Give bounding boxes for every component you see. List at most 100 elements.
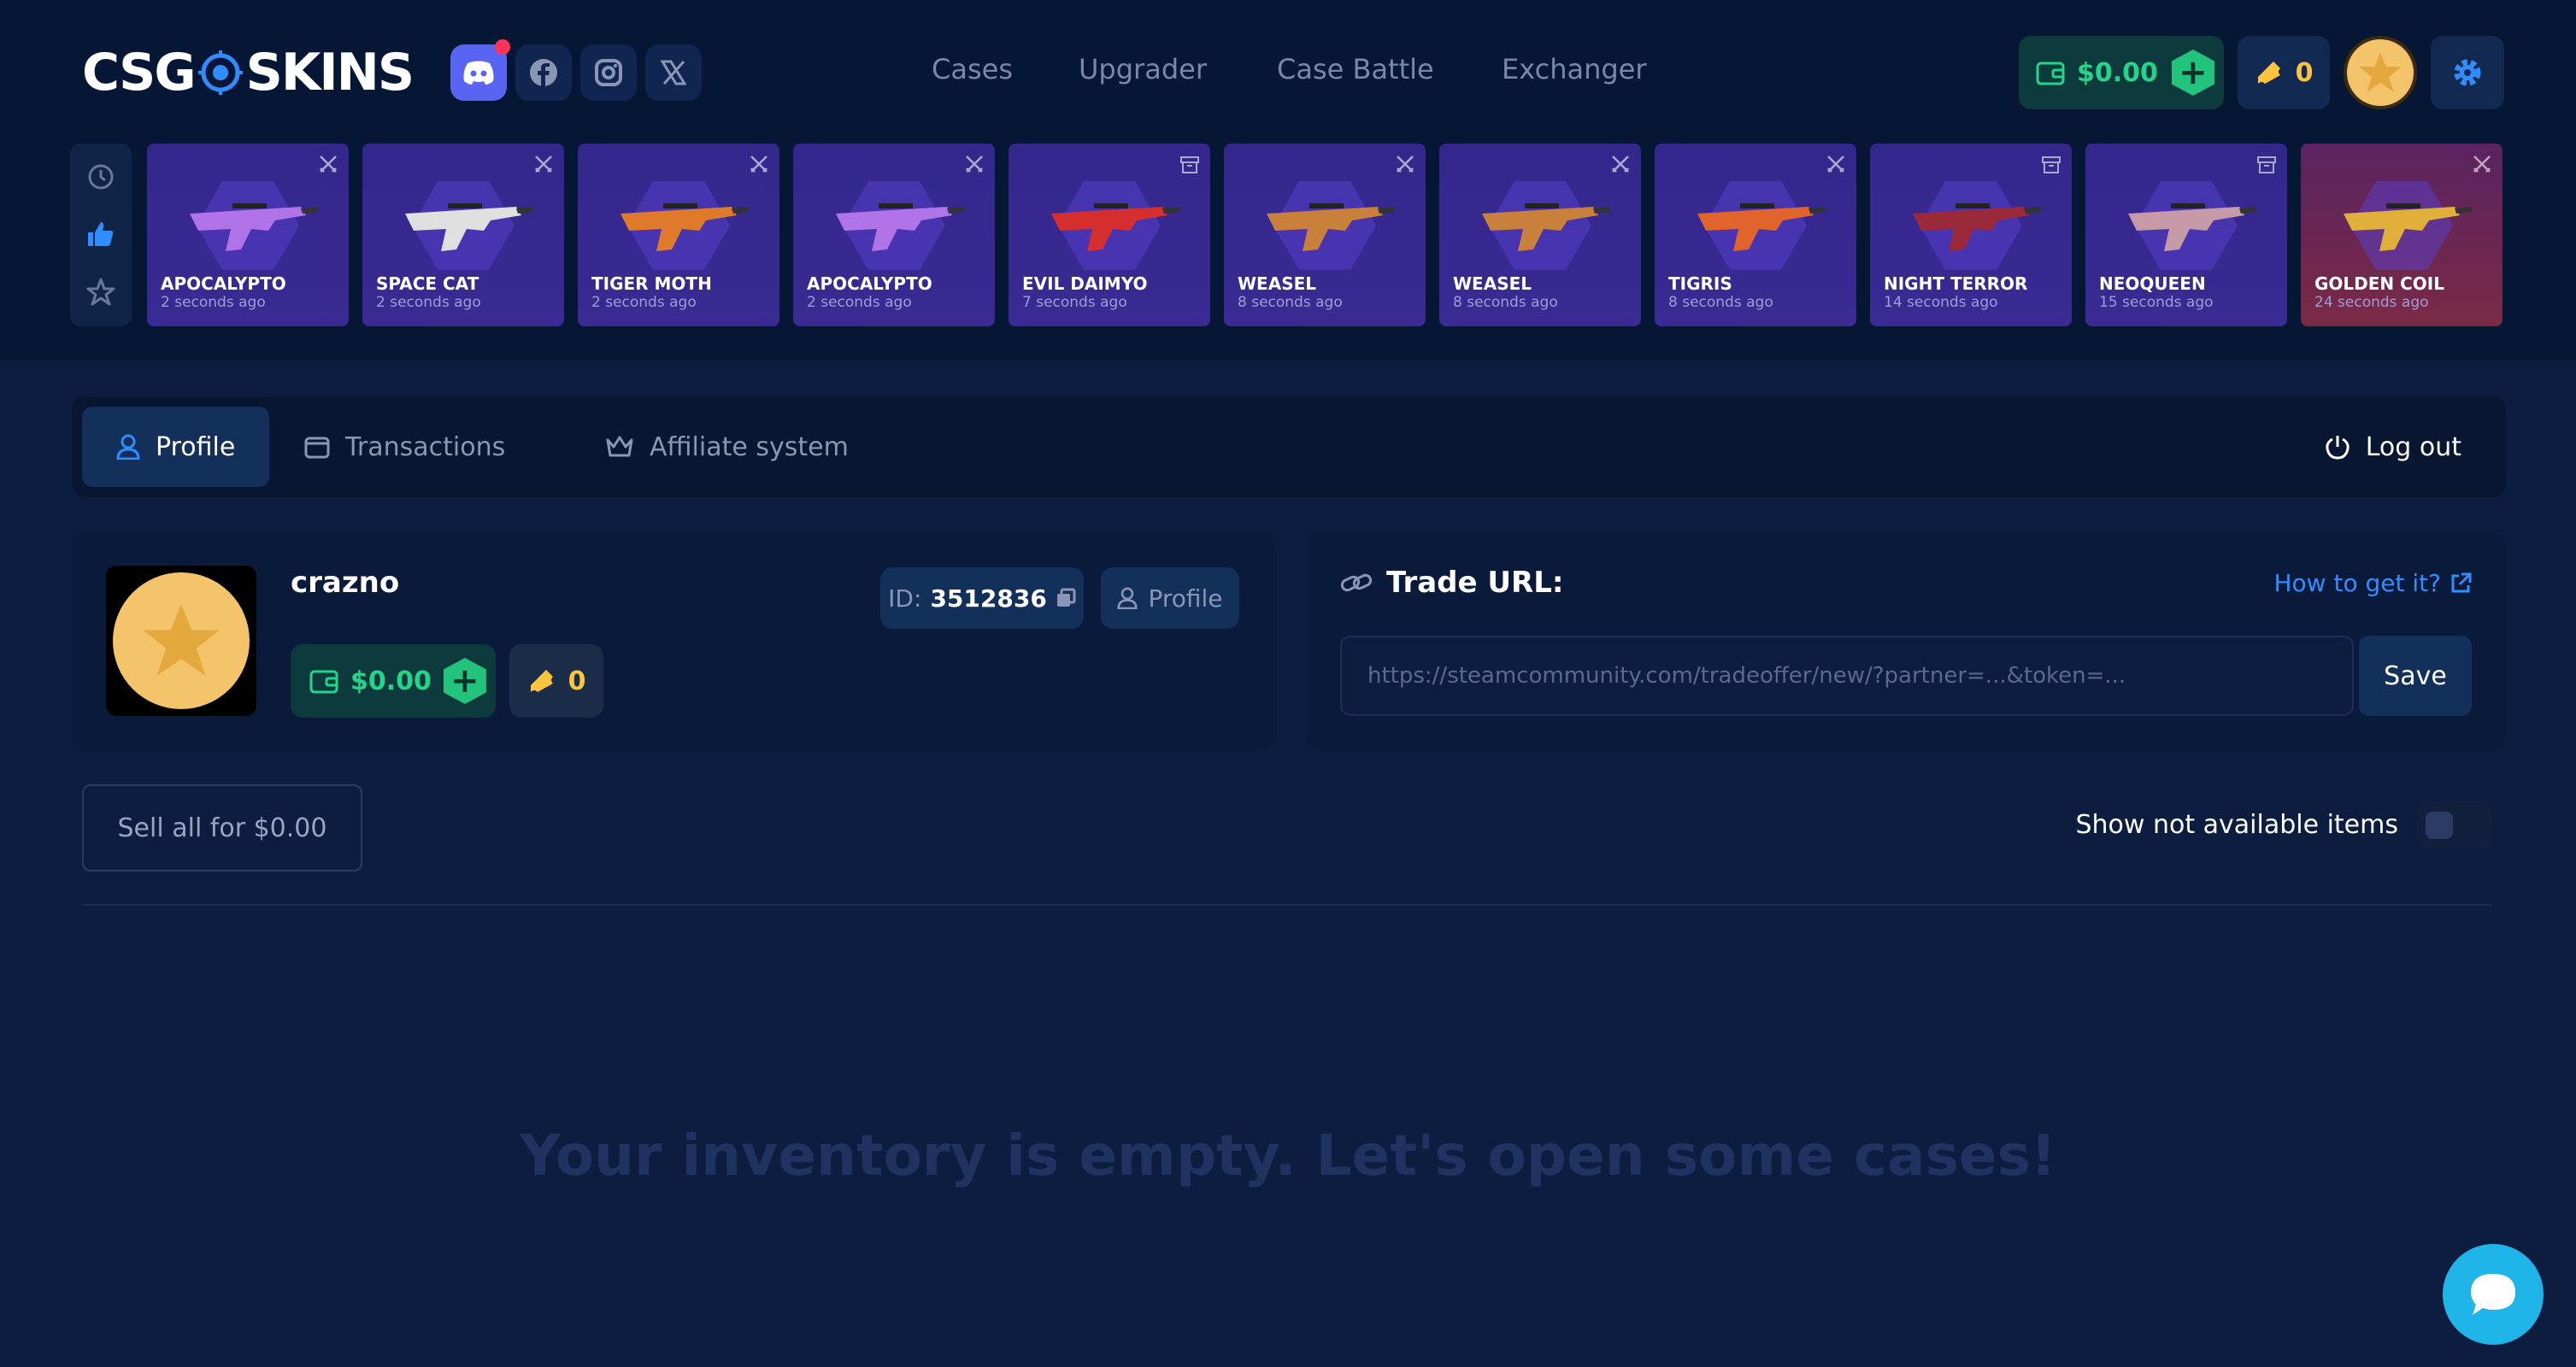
live-drop-card[interactable]: APOCALYPTO 2 seconds ago xyxy=(793,144,995,326)
drop-item-name: NIGHT TERROR xyxy=(1884,273,2028,294)
trade-url-title-text: Trade URL: xyxy=(1386,566,1564,600)
user-icon xyxy=(1117,587,1138,609)
live-drop-card[interactable]: WEASEL 8 seconds ago xyxy=(1224,144,1426,326)
box-icon xyxy=(1180,156,1199,173)
settings-button[interactable] xyxy=(2431,36,2504,109)
weapon-skin-image xyxy=(620,203,749,251)
live-drop-card[interactable]: NIGHT TERROR 14 seconds ago xyxy=(1870,144,2072,326)
logo-text-right: SKINS xyxy=(245,43,415,103)
trade-url-card: Trade URL: How to get it? Save xyxy=(1306,531,2506,750)
crown-icon xyxy=(606,436,633,457)
tab-affiliate[interactable]: Affiliate system xyxy=(571,407,883,487)
drop-time: 2 seconds ago xyxy=(591,294,697,311)
tab-affiliate-label: Affiliate system xyxy=(650,431,849,462)
user-icon xyxy=(116,434,140,460)
live-drop-card[interactable]: SPACE CAT 2 seconds ago xyxy=(362,144,564,326)
drop-item-name: WEASEL xyxy=(1453,273,1532,294)
weapon-skin-image xyxy=(1913,203,2041,251)
profile-button-label: Profile xyxy=(1148,584,1223,613)
thumbs-up-icon[interactable] xyxy=(86,220,115,248)
divider xyxy=(82,904,2492,906)
weapon-skin-image xyxy=(2128,203,2256,251)
tab-profile-label: Profile xyxy=(156,431,236,462)
live-drop-card[interactable]: WEASEL 8 seconds ago xyxy=(1439,144,1641,326)
nav-cases[interactable]: Cases xyxy=(932,53,1013,85)
weapon-skin-image xyxy=(1482,203,1610,251)
profile-card: crazno $0.00 + 0 ID: 3512836 Profile xyxy=(72,531,1273,750)
swords-icon xyxy=(966,155,983,173)
how-to-get-link[interactable]: How to get it? xyxy=(2274,569,2473,597)
weapon-skin-image xyxy=(1051,203,1179,251)
chat-support-button[interactable] xyxy=(2443,1244,2544,1345)
wallet-icon xyxy=(309,670,338,694)
discord-button[interactable] xyxy=(450,39,510,101)
id-value: 3512836 xyxy=(930,584,1047,613)
live-drop-card[interactable]: APOCALYPTO 2 seconds ago xyxy=(147,144,349,326)
drop-time: 8 seconds ago xyxy=(1453,294,1558,311)
nav-upgrader[interactable]: Upgrader xyxy=(1079,53,1207,85)
username: crazno xyxy=(291,566,400,600)
facebook-button[interactable] xyxy=(515,44,572,101)
live-drop-card[interactable]: GOLDEN COIL 24 seconds ago xyxy=(2301,144,2502,326)
weapon-skin-image xyxy=(836,203,964,251)
wallet-icon xyxy=(2036,62,2065,85)
instagram-button[interactable] xyxy=(580,44,637,101)
weapon-skin-image xyxy=(1267,203,1395,251)
weapon-skin-image xyxy=(2344,203,2472,251)
live-drop-card[interactable]: TIGRIS 8 seconds ago xyxy=(1655,144,1856,326)
show-not-available-toggle[interactable] xyxy=(2417,801,2492,848)
ticket-icon xyxy=(2257,62,2280,84)
drop-time: 7 seconds ago xyxy=(1022,294,1127,311)
drop-time: 24 seconds ago xyxy=(2314,294,2429,311)
header-wallet[interactable]: $0.00 + xyxy=(2019,36,2224,109)
drop-item-name: EVIL DAIMYO xyxy=(1022,273,1148,294)
save-trade-url-button[interactable]: Save xyxy=(2359,636,2472,716)
instagram-icon xyxy=(595,59,622,86)
trade-url-title: Trade URL: xyxy=(1340,566,1563,600)
profile-balance: $0.00 xyxy=(350,666,432,696)
avatar-coin xyxy=(113,572,250,709)
drop-time: 2 seconds ago xyxy=(376,294,481,311)
live-drop-card[interactable]: EVIL DAIMYO 7 seconds ago xyxy=(1009,144,1210,326)
sell-all-button[interactable]: Sell all for $0.00 xyxy=(82,784,362,871)
x-icon xyxy=(661,60,686,85)
clock-icon[interactable] xyxy=(87,163,115,191)
drop-time: 8 seconds ago xyxy=(1668,294,1773,311)
drop-item-name: TIGER MOTH xyxy=(591,273,712,294)
star-outline-icon[interactable] xyxy=(86,278,115,307)
x-twitter-button[interactable] xyxy=(645,44,702,101)
wallet-outline-icon xyxy=(304,437,330,459)
header-tickets[interactable]: 0 xyxy=(2238,36,2330,109)
user-id-copy[interactable]: ID: 3512836 xyxy=(880,567,1084,629)
live-drop-card[interactable]: TIGER MOTH 2 seconds ago xyxy=(578,144,779,326)
drop-item-name: NEOQUEEN xyxy=(2099,273,2206,294)
site-logo[interactable]: CSG SKINS xyxy=(82,43,415,103)
swords-icon xyxy=(320,155,337,173)
top-bar: CSG SKINS Cases Upgrader Case Battle Exc… xyxy=(0,0,2576,361)
tab-profile[interactable]: Profile xyxy=(82,407,270,487)
how-to-get-text: How to get it? xyxy=(2273,569,2442,597)
swords-icon xyxy=(1397,155,1414,173)
drop-item-name: APOCALYPTO xyxy=(807,273,932,294)
nav-exchanger[interactable]: Exchanger xyxy=(1502,53,1647,85)
tab-transactions[interactable]: Transactions xyxy=(270,407,539,487)
logout-button[interactable]: Log out xyxy=(2291,407,2496,487)
drop-item-name: GOLDEN COIL xyxy=(2314,273,2444,294)
drop-time: 14 seconds ago xyxy=(1884,294,1998,311)
steam-profile-button[interactable]: Profile xyxy=(1101,567,1239,629)
live-drop-card[interactable]: NEOQUEEN 15 seconds ago xyxy=(2085,144,2287,326)
user-avatar[interactable] xyxy=(2344,36,2417,109)
drop-item-name: APOCALYPTO xyxy=(161,273,286,294)
profile-avatar xyxy=(106,566,256,716)
profile-tickets-count: 0 xyxy=(568,666,586,696)
trade-url-input[interactable] xyxy=(1340,636,2354,716)
deposit-button[interactable]: + xyxy=(2171,50,2214,96)
tab-transactions-label: Transactions xyxy=(345,431,506,462)
drop-item-name: SPACE CAT xyxy=(376,273,479,294)
swords-icon xyxy=(535,155,552,173)
nav-case-battle[interactable]: Case Battle xyxy=(1277,53,1434,85)
profile-wallet[interactable]: $0.00 + xyxy=(291,644,496,718)
profile-deposit-button[interactable]: + xyxy=(443,658,486,704)
drop-time: 15 seconds ago xyxy=(2099,294,2214,311)
id-label: ID: xyxy=(888,584,922,613)
